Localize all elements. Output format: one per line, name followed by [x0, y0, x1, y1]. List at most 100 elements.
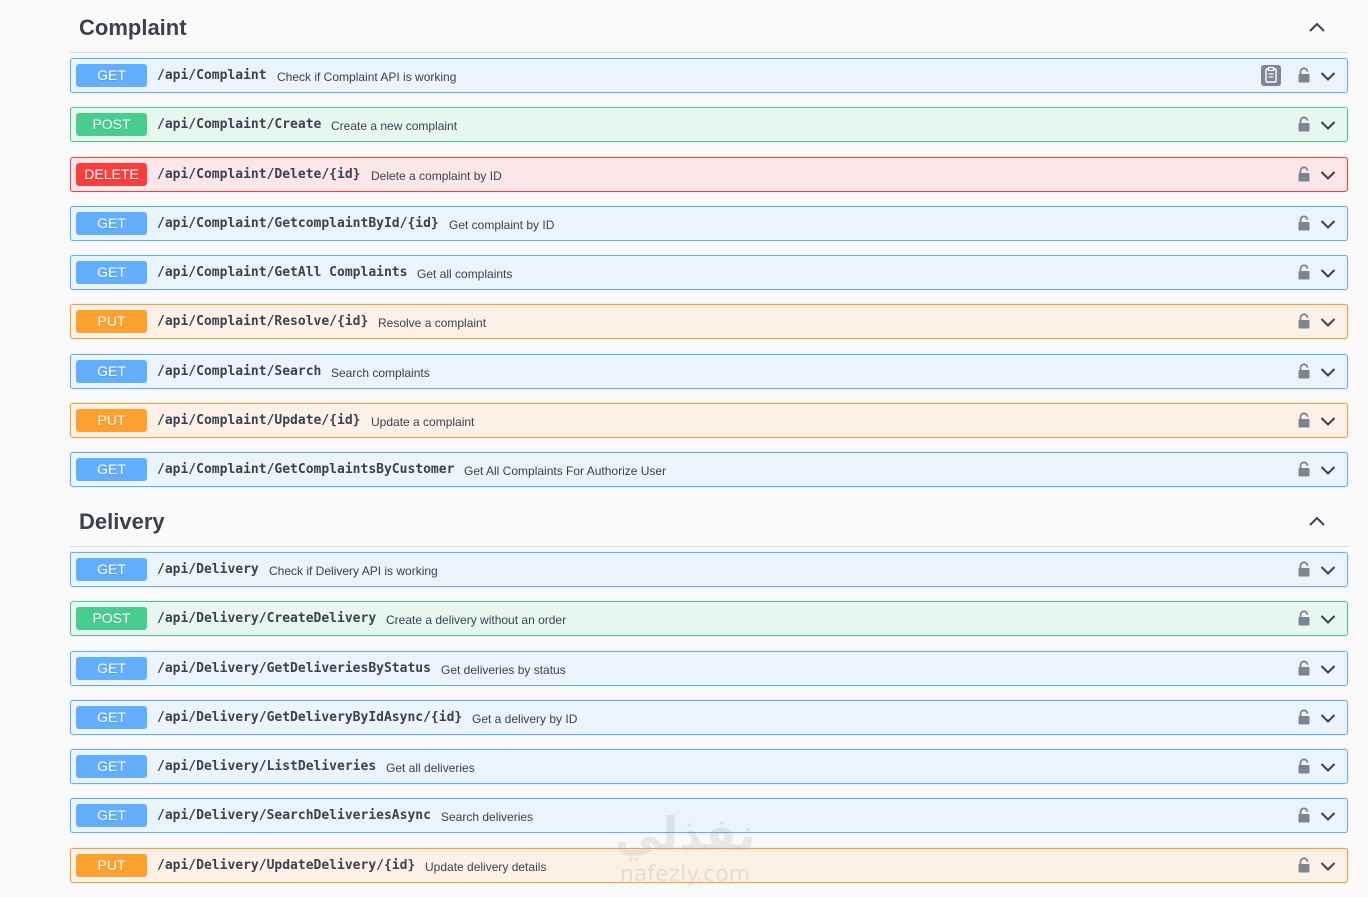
lock-icon[interactable]: [1297, 461, 1311, 477]
endpoint-path: /api/Complaint/Search: [157, 363, 322, 379]
endpoint-path: /api/Complaint/Create: [157, 117, 322, 133]
section-title: Delivery: [79, 509, 165, 534]
lock-icon[interactable]: [1297, 660, 1311, 676]
endpoint-path: /api/Complaint/Delete/{id}: [157, 166, 361, 182]
chevron-down-icon[interactable]: [1320, 266, 1336, 279]
endpoint-description: Search deliveries: [441, 810, 534, 825]
copy-icon[interactable]: [1261, 65, 1281, 86]
method-badge: PUT: [76, 409, 147, 433]
lock-icon[interactable]: [1297, 67, 1311, 83]
endpoint-row[interactable]: DELETE/api/Complaint/Delete/{id} Delete a…: [70, 156, 1348, 192]
chevron-down-icon[interactable]: [1320, 217, 1336, 229]
lock-icon[interactable]: [1297, 363, 1311, 379]
method-badge: GET: [76, 261, 147, 285]
lock-icon[interactable]: [1297, 313, 1311, 329]
endpoint-row[interactable]: POST/api/Complaint/Create Create a new co…: [70, 107, 1348, 143]
method-badge: DELETE: [76, 162, 147, 186]
endpoint-row[interactable]: PUT/api/Delivery/UpdateDelivery/{id} Upda…: [70, 847, 1348, 883]
section-header[interactable]: Delivery: [70, 494, 1348, 547]
chevron-down-icon[interactable]: [1320, 365, 1336, 377]
endpoint-row[interactable]: GET/api/Delivery/ListDeliveries Get all d…: [70, 749, 1348, 785]
endpoint-description: Check if Complaint API is working: [277, 70, 457, 84]
method-badge: GET: [76, 656, 147, 680]
endpoint-description: Get deliveries by status: [441, 662, 566, 677]
method-badge: GET: [76, 804, 147, 828]
chevron-down-icon[interactable]: [1320, 809, 1336, 822]
section-complaint: Complaint GET/api/Complaint Check if Compl…: [70, 0, 1348, 502]
lock-icon[interactable]: [1297, 264, 1311, 280]
method-badge: GET: [76, 755, 147, 779]
lock-icon[interactable]: [1297, 807, 1311, 823]
lock-icon[interactable]: [1297, 610, 1311, 626]
endpoint-row[interactable]: GET/api/Complaint/GetcomplaintById/{id} G…: [70, 205, 1348, 241]
endpoint-path: /api/Delivery/GetDeliveriesByStatus: [157, 660, 431, 676]
chevron-up-icon[interactable]: [1308, 514, 1326, 528]
chevron-down-icon[interactable]: [1320, 859, 1336, 871]
chevron-up-icon[interactable]: [1308, 20, 1326, 34]
endpoint-description: Get complaint by ID: [449, 217, 555, 232]
lock-icon[interactable]: [1297, 758, 1311, 774]
method-badge: PUT: [76, 310, 147, 334]
lock-icon[interactable]: [1297, 857, 1311, 873]
endpoint-path: /api/Delivery/GetDeliveryByIdAsync/{id}: [157, 709, 463, 725]
lock-icon[interactable]: [1297, 166, 1311, 182]
section-title: Complaint: [79, 15, 187, 40]
endpoint-description: Get a delivery by ID: [472, 711, 578, 726]
endpoint-row[interactable]: GET/api/Complaint/GetAll Complaints Get a…: [70, 255, 1348, 291]
section-header[interactable]: Complaint: [70, 0, 1348, 53]
method-badge: GET: [76, 64, 147, 87]
endpoint-row[interactable]: GET/api/Complaint Check if Complaint API …: [70, 58, 1348, 93]
chevron-down-icon[interactable]: [1320, 414, 1336, 426]
endpoint-row[interactable]: PUT/api/Complaint/Resolve/{id} Resolve a …: [70, 304, 1348, 340]
endpoint-path: /api/Delivery/SearchDeliveriesAsync: [157, 808, 431, 824]
endpoint-row[interactable]: GET/api/Complaint/GetComplaintsByCustome…: [70, 452, 1348, 488]
endpoint-path: /api/Delivery: [157, 562, 259, 577]
chevron-down-icon[interactable]: [1320, 612, 1336, 625]
endpoint-description: Create a delivery without an order: [386, 613, 567, 628]
section-delivery: Delivery GET/api/Delivery Check if Deliver…: [70, 494, 1348, 897]
endpoint-description: Update delivery details: [425, 859, 547, 874]
method-badge: GET: [76, 458, 147, 482]
endpoint-row[interactable]: POST/api/Delivery/CreateDelivery Create a…: [70, 601, 1348, 637]
endpoint-row[interactable]: PUT/api/Complaint/Update/{id} Update a co…: [70, 403, 1348, 439]
chevron-down-icon[interactable]: [1320, 118, 1336, 131]
endpoint-description: Get All Complaints For Authorize User: [464, 464, 667, 479]
endpoint-path: /api/Complaint: [157, 68, 267, 83]
endpoint-path: /api/Complaint/Resolve/{id}: [157, 314, 369, 330]
endpoint-description: Search complaints: [331, 365, 430, 380]
chevron-down-icon[interactable]: [1320, 662, 1336, 674]
chevron-down-icon[interactable]: [1320, 168, 1336, 180]
endpoint-row[interactable]: GET/api/Delivery/GetDeliveryByIdAsync/{i…: [70, 699, 1348, 735]
endpoint-path: /api/Complaint/GetcomplaintById/{id}: [157, 215, 439, 231]
endpoint-description: Update a complaint: [371, 415, 475, 430]
endpoint-description: Resolve a complaint: [378, 316, 487, 331]
method-badge: GET: [76, 359, 147, 383]
endpoint-path: /api/Delivery/CreateDelivery: [157, 611, 377, 627]
method-badge: GET: [76, 705, 147, 729]
endpoint-description: Check if Delivery API is working: [269, 564, 438, 578]
chevron-down-icon[interactable]: [1320, 760, 1336, 773]
chevron-down-icon[interactable]: [1320, 463, 1336, 476]
endpoint-row[interactable]: GET/api/Delivery/SearchDeliveriesAsync Se…: [70, 798, 1348, 834]
chevron-down-icon[interactable]: [1320, 315, 1336, 328]
method-badge: GET: [76, 211, 147, 235]
lock-icon[interactable]: [1297, 116, 1311, 132]
endpoint-description: Get all complaints: [417, 267, 513, 282]
endpoint-row[interactable]: GET/api/Delivery/GetDeliveriesByStatus Ge…: [70, 650, 1348, 686]
lock-icon[interactable]: [1297, 412, 1311, 428]
endpoint-description: Get all deliveries: [386, 761, 475, 776]
chevron-down-icon[interactable]: [1320, 563, 1336, 575]
method-badge: POST: [76, 113, 147, 137]
chevron-down-icon[interactable]: [1320, 69, 1336, 81]
endpoint-row[interactable]: GET/api/Complaint/Search Search complaint…: [70, 353, 1348, 389]
lock-icon[interactable]: [1297, 709, 1311, 725]
method-badge: GET: [76, 558, 147, 581]
endpoint-row[interactable]: GET/api/Delivery Check if Delivery API is…: [70, 552, 1348, 587]
lock-icon[interactable]: [1297, 561, 1311, 577]
lock-icon[interactable]: [1297, 215, 1311, 231]
endpoint-path: /api/Complaint/GetAll Complaints: [157, 265, 408, 281]
method-badge: POST: [76, 607, 147, 631]
endpoint-path: /api/Delivery/ListDeliveries: [157, 759, 377, 775]
chevron-down-icon[interactable]: [1320, 711, 1336, 723]
endpoint-path: /api/Complaint/GetComplaintsByCustomer: [157, 462, 455, 478]
